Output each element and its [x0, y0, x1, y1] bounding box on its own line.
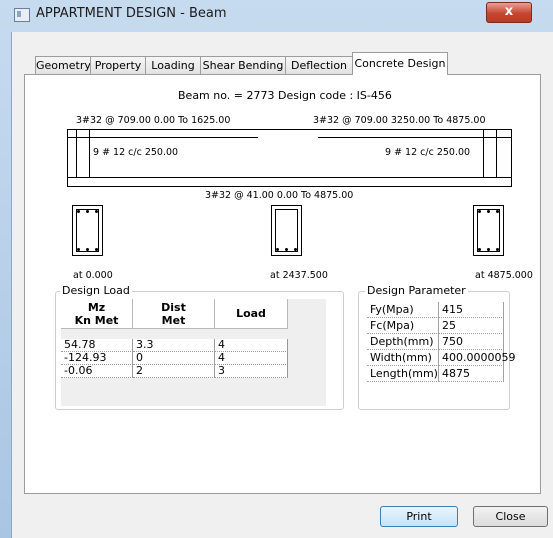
cross-section-end [473, 205, 504, 256]
load-row-2-dist: 0 [133, 352, 215, 365]
param-label-width: Width(mm) [367, 350, 439, 366]
dialog-window: APPARTMENT DESIGN - Beam x Geometry Prop… [0, 0, 553, 538]
load-row-2-load: 4 [215, 352, 288, 365]
load-row-3-mz: -0.06 [61, 365, 133, 378]
column-header-mz: Mz Kn Met [61, 299, 133, 329]
param-label-fy: Fy(Mpa) [367, 302, 439, 318]
design-parameter-title: Design Parameter [365, 284, 468, 297]
tab-shear-bending[interactable]: Shear Bending [200, 56, 286, 74]
tab-concrete-design[interactable]: Concrete Design [352, 52, 448, 75]
param-value-fy: 415 [439, 302, 504, 318]
app-window-icon [14, 8, 30, 22]
column-header-dist: Dist Met [133, 299, 215, 329]
load-row-1-dist: 3.3 [133, 339, 215, 352]
load-row-3-load: 3 [215, 365, 288, 378]
tab-geometry[interactable]: Geometry [35, 56, 91, 74]
top-left-reinforcement-label: 3#32 @ 709.00 0.00 To 1625.00 [76, 115, 231, 126]
window-close-button[interactable]: x [486, 2, 532, 23]
beam-design-header: Beam no. = 2773 Design code : IS-456 [178, 89, 392, 102]
load-row-1-load: 4 [215, 339, 288, 352]
right-stirrup-label: 9 # 12 c/c 250.00 [385, 147, 471, 158]
tab-property[interactable]: Property [90, 56, 146, 74]
left-stirrup-label: 9 # 12 c/c 250.00 [93, 147, 179, 158]
design-load-title: Design Load [60, 284, 132, 297]
design-load-table: Mz Kn Met Dist Met Load 54.78 3.3 4 -124.9… [61, 299, 326, 406]
window-title: APPARTMENT DESIGN - Beam [36, 6, 227, 21]
param-label-depth: Depth(mm) [367, 334, 439, 350]
tab-deflection[interactable]: Deflection [285, 56, 353, 74]
section-label-end: at 4875.000 [475, 270, 533, 281]
cross-section-middle [271, 205, 302, 256]
param-value-fc: 25 [439, 318, 504, 334]
param-label-fc: Fc(Mpa) [367, 318, 439, 334]
param-value-width: 400.0000059 [439, 350, 515, 366]
load-row-3-dist: 2 [133, 365, 215, 378]
print-button[interactable]: Print [380, 506, 458, 527]
tab-loading[interactable]: Loading [145, 56, 201, 74]
column-header-load: Load [215, 299, 288, 329]
param-value-depth: 750 [439, 334, 504, 350]
section-label-middle: at 2437.500 [270, 270, 328, 281]
cross-section-start [72, 205, 103, 256]
param-value-length: 4875 [439, 366, 504, 382]
close-button[interactable]: Close [473, 506, 548, 527]
section-label-start: at 0.000 [73, 270, 113, 281]
bottom-reinforcement-label: 3#32 @ 41.00 0.00 To 4875.00 [205, 190, 354, 201]
title-bar: APPARTMENT DESIGN - Beam x [0, 0, 553, 32]
top-right-reinforcement-label: 3#32 @ 709.00 3250.00 To 4875.00 [313, 115, 486, 126]
param-label-length: Length(mm) [367, 366, 439, 382]
